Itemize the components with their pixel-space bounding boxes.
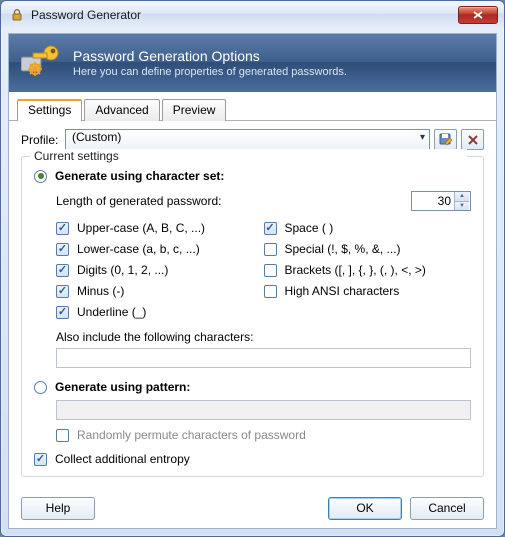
space-checkbox[interactable] (264, 222, 277, 235)
pattern-radio-label: Generate using pattern: (55, 380, 190, 394)
brackets-checkbox[interactable] (264, 264, 277, 277)
charset-radio-label: Generate using character set: (55, 169, 224, 183)
ok-button[interactable]: OK (328, 497, 402, 520)
window: Password Generator Password Gene (0, 0, 505, 537)
entropy-label: Collect additional entropy (55, 452, 190, 466)
profile-value: (Custom) (72, 130, 121, 144)
profile-row: Profile: (Custom) (21, 129, 484, 150)
disk-pencil-icon (439, 133, 453, 147)
also-include-input[interactable] (56, 348, 471, 368)
spinner-up[interactable]: ▲ (455, 192, 469, 202)
highansi-label: High ANSI characters (285, 284, 400, 298)
special-checkbox[interactable] (264, 243, 277, 256)
underline-checkbox[interactable] (56, 306, 69, 319)
banner-text: Password Generation Options Here you can… (73, 48, 347, 78)
help-button[interactable]: Help (21, 497, 95, 520)
permute-label: Randomly permute characters of password (77, 428, 306, 442)
delete-profile-button[interactable] (461, 129, 484, 150)
minus-checkbox[interactable] (56, 285, 69, 298)
minus-label: Minus (-) (77, 284, 124, 298)
uppercase-checkbox[interactable] (56, 222, 69, 235)
spinner-down[interactable]: ▼ (455, 202, 469, 211)
pattern-block: Generate using pattern: Randomly permute… (34, 380, 471, 442)
charset-options: Length of generated password: ▲ ▼ Upper-… (34, 191, 471, 368)
close-button[interactable] (458, 6, 498, 24)
underline-label: Underline (_) (77, 305, 146, 319)
brackets-label: Brackets ([, ], {, }, (, ), <, >) (285, 263, 426, 277)
tab-body: Profile: (Custom) Current settings Gener… (9, 121, 496, 488)
content: Password Generation Options Here you can… (8, 33, 497, 529)
footer: Help OK Cancel (9, 488, 496, 528)
titlebar: Password Generator (1, 1, 504, 29)
entropy-checkbox[interactable] (34, 453, 47, 466)
special-label: Special (!, $, %, &, ...) (285, 242, 401, 256)
tab-bar: Settings Advanced Preview (9, 92, 496, 121)
permute-checkbox[interactable] (56, 429, 69, 442)
highansi-checkbox[interactable] (264, 285, 277, 298)
tab-settings[interactable]: Settings (17, 99, 82, 121)
digits-label: Digits (0, 1, 2, ...) (77, 263, 168, 277)
current-settings-legend: Current settings (30, 149, 467, 159)
banner-subtitle: Here you can define properties of genera… (73, 66, 347, 78)
lowercase-checkbox[interactable] (56, 243, 69, 256)
tab-advanced[interactable]: Advanced (84, 99, 159, 121)
current-settings-group: Current settings Generate using characte… (21, 156, 484, 477)
profile-select[interactable]: (Custom) (65, 129, 430, 150)
length-input[interactable] (412, 192, 454, 210)
banner: Password Generation Options Here you can… (9, 34, 496, 92)
banner-title: Password Generation Options (73, 48, 347, 64)
window-title: Password Generator (31, 8, 458, 22)
also-include-label: Also include the following characters: (56, 330, 471, 344)
tab-preview[interactable]: Preview (162, 99, 227, 121)
delete-icon (467, 134, 479, 146)
cancel-button[interactable]: Cancel (410, 497, 484, 520)
lowercase-label: Lower-case (a, b, c, ...) (77, 242, 200, 256)
uppercase-label: Upper-case (A, B, C, ...) (77, 221, 205, 235)
profile-label: Profile: (21, 133, 65, 147)
key-icon (21, 43, 61, 83)
spinner-buttons: ▲ ▼ (454, 192, 469, 210)
digits-checkbox[interactable] (56, 264, 69, 277)
lock-icon (9, 7, 25, 23)
save-profile-button[interactable] (434, 129, 457, 150)
pattern-radio[interactable] (34, 381, 47, 394)
charset-radio-row: Generate using character set: (34, 169, 471, 183)
close-icon (473, 11, 483, 19)
length-label: Length of generated password: (56, 194, 411, 208)
pattern-input[interactable] (56, 400, 471, 420)
charset-radio[interactable] (34, 170, 47, 183)
length-spinner[interactable]: ▲ ▼ (411, 191, 471, 211)
space-label: Space ( ) (285, 221, 334, 235)
